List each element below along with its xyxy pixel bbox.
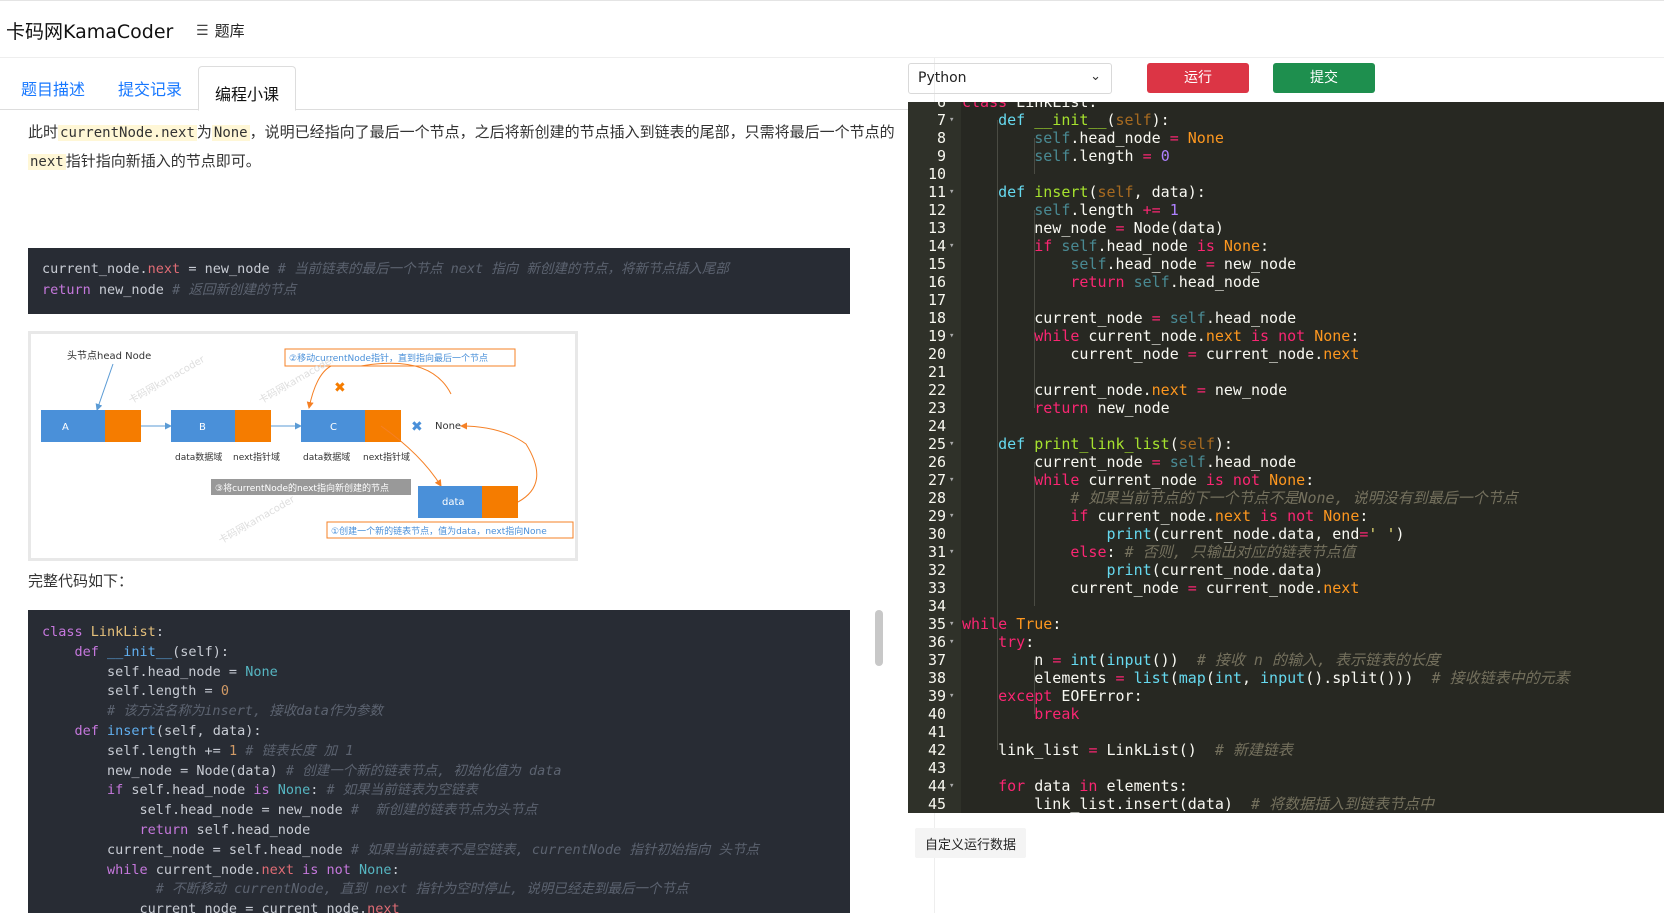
node-a: A: [41, 410, 141, 442]
tab-bar: 题目描述 提交记录 编程小课: [0, 66, 934, 111]
problem-bank-label: 题库: [214, 22, 245, 40]
menu-icon: ☰: [196, 22, 209, 39]
svg-text:data数据域: data数据域: [303, 451, 350, 463]
step1-label: ①创建一个新的链表节点，值为data，next指向None: [331, 525, 547, 537]
code-snippet-append: current_node.next = new_node # 当前链表的最后一个…: [28, 248, 850, 314]
diagram-svg: 头节点head Node A B data数据域 next指针域 C data数…: [41, 348, 574, 547]
cross-icon-none: ✖: [411, 419, 423, 435]
full-code-label: 完整代码如下：: [28, 572, 134, 590]
head-node-label: 头节点head Node: [67, 350, 151, 362]
tab-description[interactable]: 题目描述: [21, 76, 85, 100]
explanation-paragraph: 此时 currentNode.next 为 None ，说明已经指向了最后一个节点，之后…: [28, 123, 895, 170]
editor-panel: Python ⌄ 运行 提交 class LinkList: 6 7 ▾ def …: [908, 58, 1664, 913]
tab-submissions[interactable]: 提交记录: [118, 76, 182, 100]
left-panel: 题目描述 提交记录 编程小课 此时 currentNode.next 为 None ，说…: [0, 58, 935, 913]
top-navbar: 卡码网KamaCoder ☰ 题库: [0, 0, 1664, 58]
cross-icon: ✖: [334, 380, 346, 396]
svg-text:next指针域: next指针域: [363, 451, 410, 463]
left-scrollbar[interactable]: [875, 610, 883, 666]
submit-button[interactable]: 提交: [1273, 63, 1375, 93]
problem-bank-menu[interactable]: ☰ 题库: [196, 20, 245, 41]
node-c: C: [301, 410, 401, 442]
svg-text:next指针域: next指针域: [233, 451, 280, 463]
node-data: data: [418, 486, 518, 518]
tab-lesson[interactable]: 编程小课: [198, 66, 297, 111]
svg-text:C: C: [330, 422, 337, 433]
chevron-down-icon: ⌄: [1090, 69, 1101, 84]
step3-label: ③将currentNode的next指向新创建的节点: [215, 482, 389, 494]
language-select[interactable]: Python ⌄: [908, 63, 1112, 94]
none-label: None: [435, 421, 461, 432]
svg-text:B: B: [199, 422, 206, 433]
svg-text:卡码网kamacoder: 卡码网kamacoder: [216, 492, 298, 547]
run-button[interactable]: 运行: [1147, 63, 1249, 93]
node-b: B: [171, 410, 271, 442]
svg-text:A: A: [62, 422, 69, 433]
lesson-article: 此时 currentNode.next 为 None ，说明已经指向了最后一个节点，之后…: [28, 118, 898, 913]
custom-run-data-button[interactable]: 自定义运行数据: [915, 828, 1027, 858]
code-block-full: class LinkList: def __init__(self): self…: [28, 610, 850, 913]
svg-text:data: data: [442, 497, 465, 508]
linked-list-diagram: 头节点head Node A B data数据域 next指针域 C data数…: [28, 331, 578, 561]
svg-text:data数据域: data数据域: [175, 451, 222, 463]
brand-logo[interactable]: 卡码网KamaCoder: [6, 17, 173, 44]
code-editor[interactable]: class LinkList: 6 7 ▾ def __init__(self):…: [908, 102, 1664, 813]
